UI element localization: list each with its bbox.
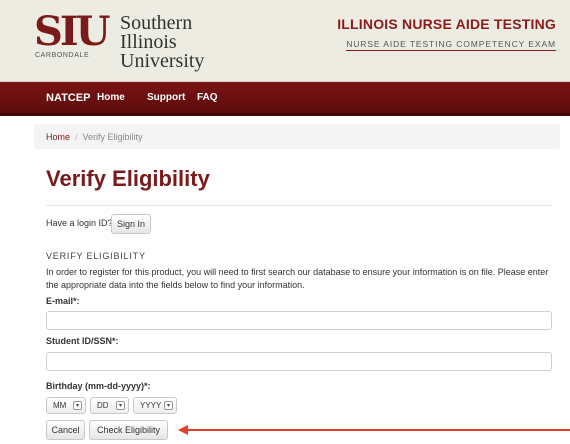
breadcrumb-current: Verify Eligibility: [82, 132, 143, 142]
annotation-arrow-icon: [178, 425, 188, 435]
university-line-2: University: [120, 50, 205, 72]
dropdown-arrow-icon: ▾: [116, 401, 125, 410]
logo-mark: SIU: [34, 8, 111, 55]
annotation-arrow-line: [186, 429, 570, 431]
cancel-button[interactable]: Cancel: [46, 420, 85, 440]
birth-day-select[interactable]: DD ▾: [90, 397, 129, 414]
university-line-1: Southern Illinois: [120, 12, 193, 53]
nav-home[interactable]: Home: [97, 92, 125, 103]
intro-text: In order to register for this product, y…: [46, 267, 549, 290]
birth-day-value: DD: [97, 401, 109, 410]
birth-year-select[interactable]: YYYY ▾: [133, 397, 177, 414]
dropdown-arrow-icon: ▾: [164, 401, 173, 410]
birth-year-value: YYYY: [140, 401, 162, 410]
nav-natcep[interactable]: NATCEP: [46, 92, 90, 104]
breadcrumb: Home / Verify Eligibility: [34, 124, 560, 149]
site-title-block: ILLINOIS NURSE AIDE TESTING NURSE AIDE T…: [337, 16, 556, 51]
email-label: E-mail*:: [46, 296, 80, 306]
student-id-field[interactable]: [46, 352, 552, 371]
logo-subtitle: CARBONDALE: [35, 52, 90, 59]
site-header: SIU CARBONDALE Southern Illinois Univers…: [0, 0, 570, 82]
university-name: Southern Illinois University: [120, 12, 205, 72]
main-nav: NATCEP Home Support FAQ: [0, 82, 570, 116]
dropdown-arrow-icon: ▾: [73, 401, 82, 410]
site-title: ILLINOIS NURSE AIDE TESTING: [337, 16, 556, 32]
breadcrumb-home[interactable]: Home: [46, 132, 70, 142]
birth-month-value: MM: [53, 401, 67, 410]
email-field[interactable]: [46, 311, 552, 330]
nav-faq[interactable]: FAQ: [197, 92, 218, 103]
title-divider: [46, 205, 552, 206]
breadcrumb-separator: /: [75, 132, 78, 142]
nav-support[interactable]: Support: [147, 92, 185, 103]
student-id-label: Student ID/SSN*:: [46, 336, 119, 346]
sign-in-button[interactable]: Sign In: [111, 214, 151, 234]
check-eligibility-button[interactable]: Check Eligibility: [89, 420, 168, 440]
login-prompt: Have a login ID?: [46, 218, 113, 228]
page-title: Verify Eligibility: [46, 166, 210, 191]
birthday-label: Birthday (mm-dd-yyyy)*:: [46, 381, 151, 391]
birth-month-select[interactable]: MM ▾: [46, 397, 86, 414]
section-heading: VERIFY ELIGIBILITY: [46, 251, 146, 261]
site-subtitle: NURSE AIDE TESTING COMPETENCY EXAM: [346, 39, 556, 51]
